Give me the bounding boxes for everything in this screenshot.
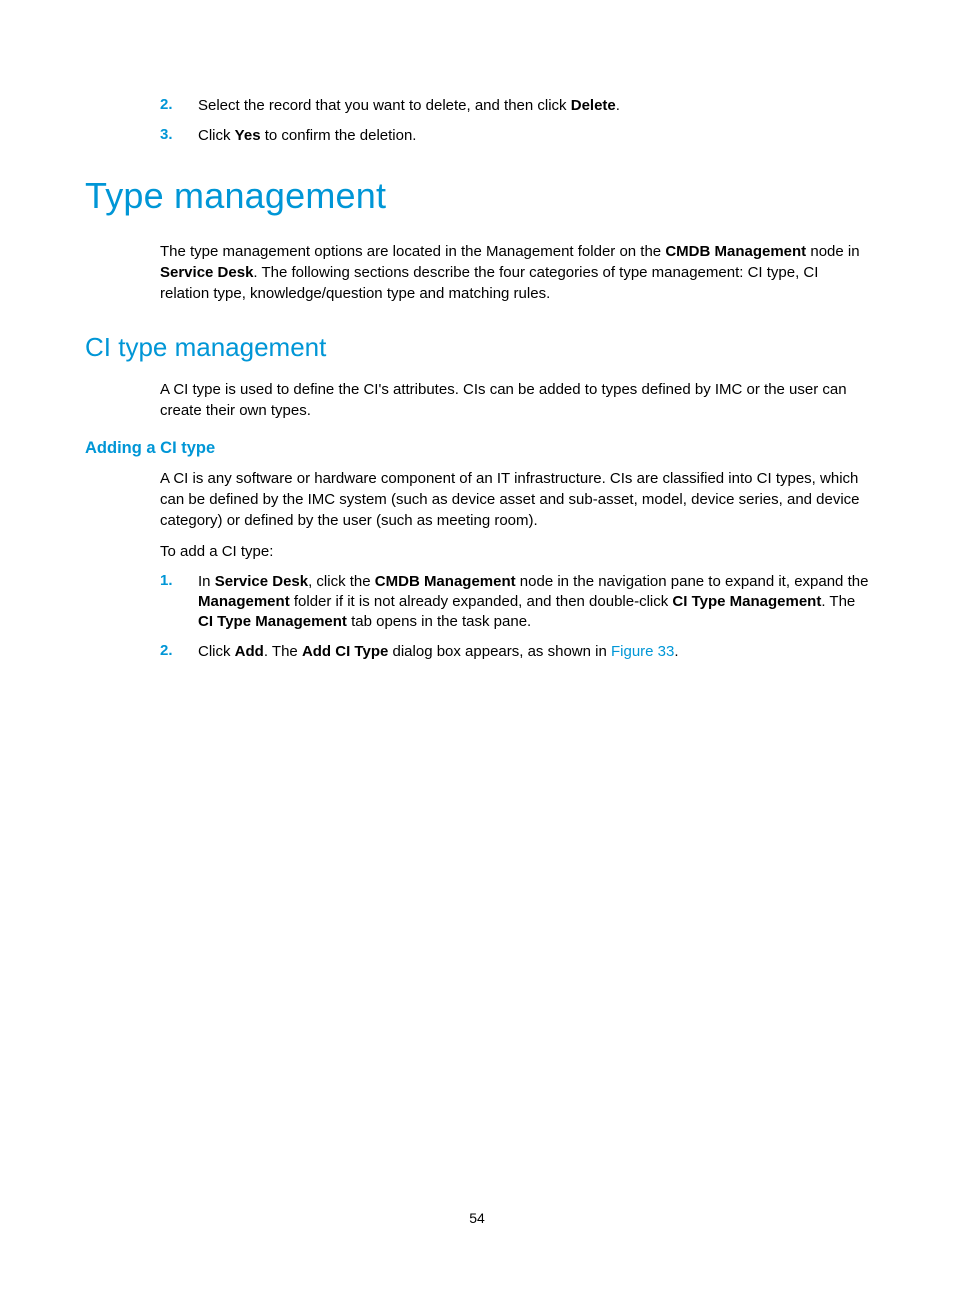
heading-adding-ci-type: Adding a CI type: [85, 439, 869, 458]
text-run: . The following sections describe the fo…: [160, 264, 818, 302]
list-text: Click Yes to confirm the deletion.: [198, 126, 416, 146]
bold-text: Service Desk: [160, 264, 253, 281]
text-run: folder if it is not already expanded, an…: [290, 593, 673, 610]
list-item: 2. Select the record that you want to de…: [160, 96, 869, 116]
text-run: . The: [264, 643, 302, 660]
text-run: In: [198, 573, 215, 590]
figure-link[interactable]: Figure 33: [611, 643, 674, 660]
list-number: 2.: [160, 642, 198, 662]
paragraph: A CI is any software or hardware compone…: [160, 468, 869, 531]
ordered-list-steps: 1. In Service Desk, click the CMDB Manag…: [160, 572, 869, 663]
text-run: tab opens in the task pane.: [347, 613, 531, 630]
bold-text: CI Type Management: [198, 613, 347, 630]
bold-text: Add CI Type: [302, 643, 388, 660]
paragraph: A CI type is used to define the CI's att…: [160, 379, 869, 421]
text-run: to confirm the deletion.: [261, 127, 417, 144]
text-run: . The: [821, 593, 855, 610]
ordered-list-top: 2. Select the record that you want to de…: [160, 96, 869, 147]
text-run: Select the record that you want to delet…: [198, 97, 571, 114]
list-text: Click Add. The Add CI Type dialog box ap…: [198, 642, 679, 662]
bold-text: CMDB Management: [375, 573, 516, 590]
list-number: 1.: [160, 572, 198, 633]
list-item: 2. Click Add. The Add CI Type dialog box…: [160, 642, 869, 662]
paragraph: The type management options are located …: [160, 241, 869, 304]
text-run: node in the navigation pane to expand it…: [516, 573, 869, 590]
list-text: In Service Desk, click the CMDB Manageme…: [198, 572, 869, 633]
text-run: , click the: [308, 573, 375, 590]
list-text: Select the record that you want to delet…: [198, 96, 620, 116]
bold-text: Delete: [571, 97, 616, 114]
bold-text: Service Desk: [215, 573, 308, 590]
bold-text: Yes: [235, 127, 261, 144]
heading-ci-type-management: CI type management: [85, 332, 869, 363]
list-item: 3. Click Yes to confirm the deletion.: [160, 126, 869, 146]
heading-type-management: Type management: [85, 175, 869, 217]
text-run: The type management options are located …: [160, 243, 665, 260]
bold-text: CI Type Management: [672, 593, 821, 610]
text-run: node in: [806, 243, 859, 260]
page-number: 54: [0, 1210, 954, 1226]
text-run: Click: [198, 643, 235, 660]
bold-text: Add: [235, 643, 264, 660]
list-number: 3.: [160, 126, 198, 146]
text-run: .: [674, 643, 678, 660]
bold-text: CMDB Management: [665, 243, 806, 260]
list-item: 1. In Service Desk, click the CMDB Manag…: [160, 572, 869, 633]
text-run: Click: [198, 127, 235, 144]
bold-text: Management: [198, 593, 290, 610]
text-run: dialog box appears, as shown in: [388, 643, 611, 660]
paragraph: To add a CI type:: [160, 541, 869, 562]
list-number: 2.: [160, 96, 198, 116]
text-run: .: [616, 97, 620, 114]
